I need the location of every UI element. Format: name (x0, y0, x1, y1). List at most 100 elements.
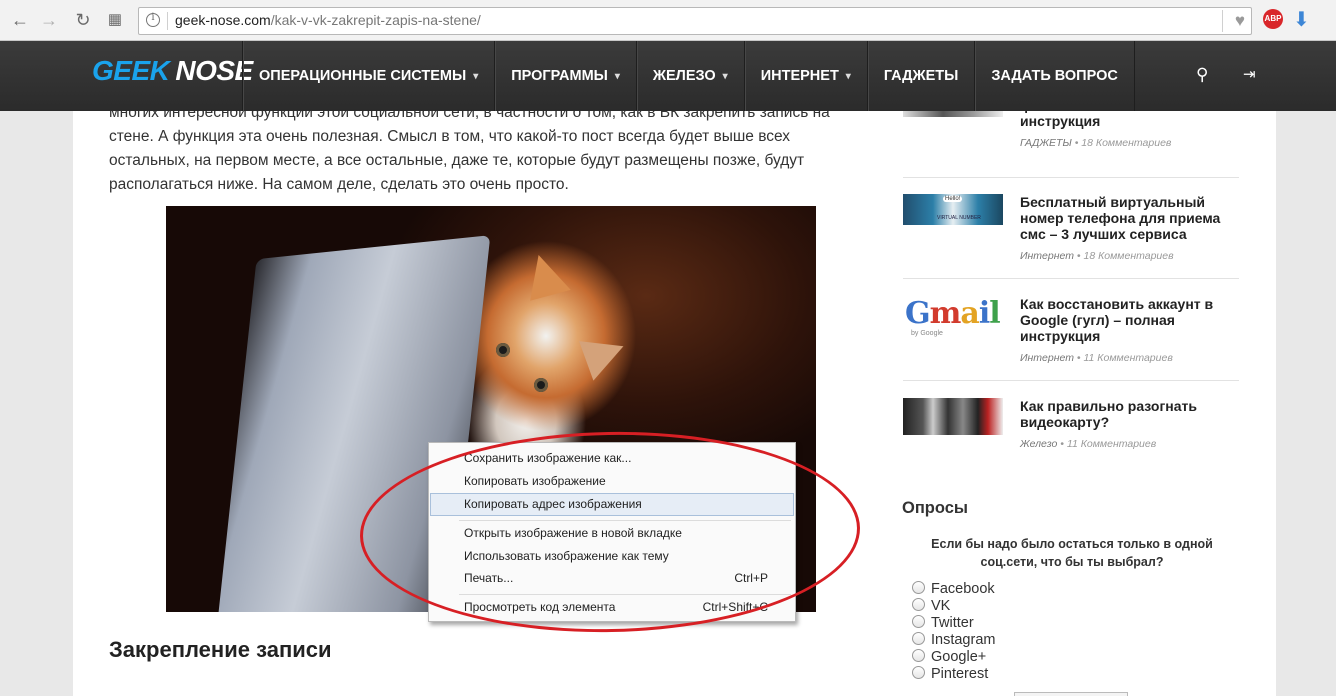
radio-button[interactable] (912, 649, 925, 662)
poll-option-label: Pinterest (931, 666, 989, 682)
post-meta: Интернет • 18 Комментариев (1020, 250, 1174, 262)
menu-item-label: ЖЕЛЕЗО (652, 68, 716, 84)
post-comments: • 11 Комментариев (1060, 438, 1157, 450)
menu-item-label: ГАДЖЕТЫ (883, 68, 959, 84)
download-icon[interactable]: ⬇ (1293, 7, 1310, 32)
poll-option-label: Facebook (931, 581, 995, 597)
site-header: GEEK NOSE ОПЕРАЦИОННЫЕ СИСТЕМЫ ▾ ПРОГРАММЫ… (0, 41, 1336, 111)
post-comments-count: 11 Комментариев (1083, 352, 1173, 364)
site-logo[interactable]: GEEK NOSE (92, 55, 253, 87)
radio-button[interactable] (912, 666, 925, 679)
post-thumbnail (903, 111, 1003, 117)
poll-option[interactable]: VK (912, 598, 950, 615)
back-icon[interactable]: ← (9, 9, 31, 31)
gmail-logo: Gmail (905, 296, 1001, 331)
menu-item-programs[interactable]: ПРОГРАММЫ ▾ (494, 41, 636, 111)
radio-button[interactable] (912, 598, 925, 611)
radio-button[interactable] (912, 615, 925, 628)
poll-option[interactable]: Twitter (912, 615, 974, 632)
menu-item-gadgets[interactable]: ГАДЖЕТЫ (866, 41, 974, 111)
browser-toolbar: ← → ↻ ▦ geek-nose.com/kak-v-vk-zakrepit-… (0, 0, 1336, 41)
url-text[interactable]: geek-nose.com/kak-v-vk-zakrepit-zapis-na… (175, 12, 481, 28)
search-icon[interactable]: ⚲ (1196, 65, 1208, 85)
address-divider (167, 12, 168, 30)
sidebar-post[interactable]: Gmail by Google Как восстановить аккаунт… (903, 296, 1239, 376)
post-divider (903, 177, 1239, 178)
post-category: Железо (1020, 438, 1058, 450)
apps-icon[interactable]: ▦ (104, 9, 126, 31)
gmail-logo-letter: m (929, 296, 962, 331)
gmail-logo-letter: G (905, 296, 931, 331)
chevron-down-icon: ▾ (722, 70, 728, 82)
gmail-logo-letter: a (960, 296, 979, 331)
radio-button[interactable] (912, 581, 925, 594)
vote-button[interactable] (1014, 692, 1128, 696)
menu-item-hardware[interactable]: ЖЕЛЕЗО ▾ (635, 41, 744, 111)
polls-question: Если бы надо было остаться только в одно… (931, 537, 1213, 569)
post-thumbnail (903, 398, 1003, 435)
post-category: Интернет (1020, 250, 1074, 262)
login-icon[interactable]: ⇥ (1243, 65, 1256, 83)
kitten-ear (519, 249, 571, 301)
poll-option-label: Twitter (931, 615, 974, 631)
polls-title: Опросы (902, 499, 969, 517)
post-category: ГАДЖЕТЫ (1020, 137, 1072, 149)
post-meta: Железо • 11 Комментариев (1020, 438, 1156, 450)
chevron-down-icon: ▾ (845, 70, 851, 82)
post-comments-count: 18 Комментариев (1081, 137, 1172, 149)
poll-option-label: Google+ (931, 649, 987, 665)
sidebar-post[interactable]: Hello! VIRTUAL NUMBER Бесплатный виртуал… (903, 194, 1239, 274)
menu-item-ask-question[interactable]: ЗАДАТЬ ВОПРОС (974, 41, 1134, 111)
menu-item-os[interactable]: ОПЕРАЦИОННЫЕ СИСТЕМЫ ▾ (242, 41, 494, 111)
kitten-eye (496, 343, 510, 357)
logo-geek: GEEK (92, 55, 170, 86)
menu-item-label: ЗАДАТЬ ВОПРОС (991, 68, 1118, 84)
chevron-down-icon: ▾ (473, 70, 479, 82)
poll-option[interactable]: Instagram (912, 632, 995, 649)
gmail-logo-letter: i (978, 296, 990, 331)
bookmark-heart-icon[interactable]: ♥ (1222, 10, 1245, 32)
post-meta: Интернет • 11 Комментариев (1020, 352, 1173, 364)
kitten-eye (534, 378, 548, 392)
poll-option[interactable]: Pinterest (912, 666, 988, 683)
chevron-down-icon: ▾ (614, 70, 620, 82)
kitten-ear (579, 327, 631, 381)
menu-divider (1133, 41, 1135, 111)
thumb-by-google-text: by Google (911, 330, 943, 337)
sidebar-post[interactable]: Как правильно разогнать видеокарту? Желе… (903, 398, 1239, 458)
post-comments: • 18 Комментариев (1076, 250, 1174, 262)
reload-icon[interactable]: ↻ (72, 9, 94, 31)
url-path: /kak-v-vk-zakrepit-zapis-na-stene/ (270, 12, 481, 28)
menu-item-label: ОПЕРАЦИОННЫЕ СИСТЕМЫ (259, 68, 467, 84)
menu-item-label: ПРОГРАММЫ (511, 68, 608, 84)
forward-icon[interactable]: → (38, 9, 60, 31)
radio-button[interactable] (912, 632, 925, 645)
post-comments: • 18 Комментариев (1074, 137, 1172, 149)
poll-option-label: Instagram (931, 632, 996, 648)
section-heading: Закрепление записи (109, 637, 332, 662)
post-title: Бесплатный виртуальный номер телефона дл… (1020, 194, 1221, 242)
thumb-virtual-number-text: VIRTUAL NUMBER (937, 215, 981, 221)
post-title: флешки — пошаговая инструкция (1020, 111, 1173, 129)
thumb-hello-text: Hello! (943, 196, 963, 202)
article-paragraph: стене. А функция эта очень полезная. Смы… (109, 128, 805, 193)
post-thumbnail: Gmail by Google (903, 296, 1003, 340)
info-icon[interactable] (146, 12, 160, 27)
post-divider (903, 380, 1239, 381)
article-text: многих интересной функции этой социально… (109, 111, 839, 197)
adblock-plus-icon[interactable]: ABP (1263, 9, 1283, 29)
poll-option[interactable]: Google+ (912, 649, 986, 666)
post-title: Как правильно разогнать видеокарту? (1020, 398, 1198, 430)
address-bar[interactable]: geek-nose.com/kak-v-vk-zakrepit-zapis-na… (138, 7, 1252, 35)
post-comments-count: 18 Комментариев (1083, 250, 1174, 262)
post-divider (903, 278, 1239, 279)
poll-option-label: VK (931, 598, 951, 614)
menu-item-internet[interactable]: ИНТЕРНЕТ ▾ (743, 41, 867, 111)
post-comments: • 11 Комментариев (1076, 352, 1173, 364)
sidebar-post[interactable]: флешки — пошаговая инструкция ГАДЖЕТЫ • … (903, 111, 1239, 166)
article-text-cut: многих интересной функции этой социально… (109, 111, 830, 121)
url-host: geek-nose.com (175, 12, 271, 28)
main-menu: ОПЕРАЦИОННЫЕ СИСТЕМЫ ▾ ПРОГРАММЫ ▾ ЖЕЛЕЗО ▾… (242, 41, 1135, 111)
post-comments-count: 11 Комментариев (1066, 438, 1157, 450)
poll-option[interactable]: Facebook (912, 581, 995, 598)
